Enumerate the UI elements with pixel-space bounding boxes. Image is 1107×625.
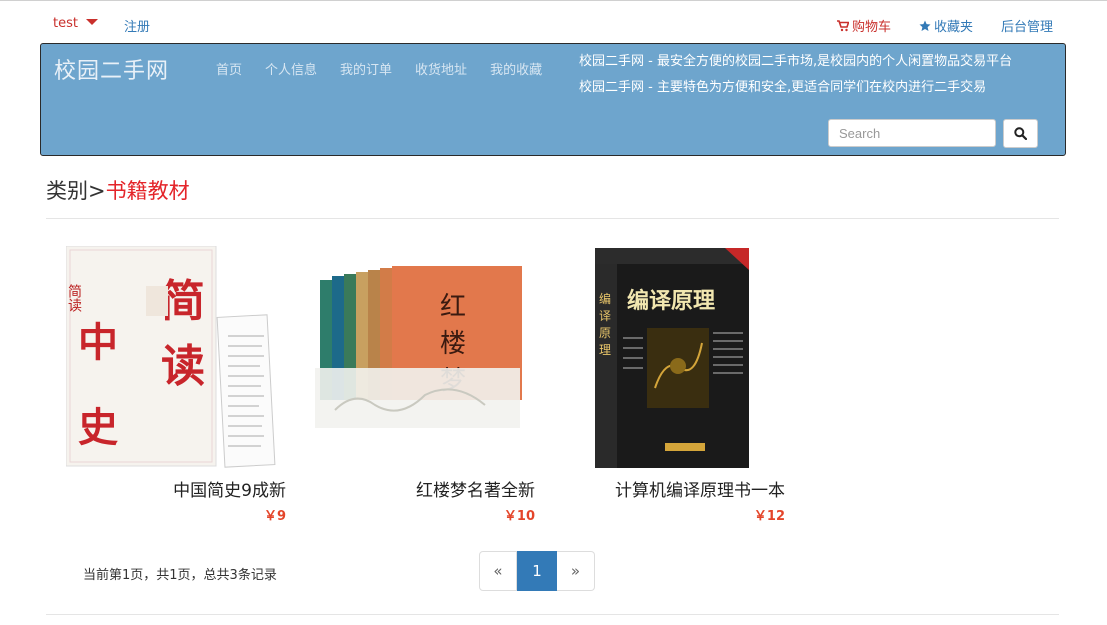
slogan-line-2: 校园二手网 - 主要特色为方便和安全,更适合同学们在校内进行二手交易	[579, 80, 987, 95]
product-name[interactable]: 红楼梦名著全新	[416, 476, 535, 501]
page-next-button[interactable]: »	[557, 551, 595, 591]
product-name[interactable]: 计算机编译原理书一本	[615, 476, 785, 501]
admin-link[interactable]: 后台管理	[1001, 16, 1053, 35]
search-icon	[1014, 127, 1027, 140]
nav-home[interactable]: 首页	[216, 59, 242, 78]
nav-address[interactable]: 收货地址	[415, 59, 467, 78]
page-prev-button[interactable]: «	[479, 551, 517, 591]
top-right-links: 购物车 收藏夹 后台管理	[836, 16, 1053, 35]
product-image: 编译原理 编 译 原 理	[595, 248, 749, 468]
caret-down-icon	[85, 19, 98, 25]
favorites-label: 收藏夹	[933, 20, 973, 35]
site-header: 校园二手网 首页 个人信息 我的订单 收货地址 我的收藏 校园二手网 - 最安全…	[40, 43, 1066, 156]
svg-text:原: 原	[599, 326, 611, 340]
user-name: test	[53, 16, 78, 31]
product-card[interactable]: 红 楼 梦 红楼梦名著全新 ￥10	[295, 240, 535, 530]
product-price: ￥9	[263, 509, 286, 524]
slogan-line-1: 校园二手网 - 最安全方便的校园二手市场,是校园内的个人闲置物品交易平台	[579, 54, 1013, 69]
product-image: 简读 中 史 简 读	[66, 246, 276, 468]
divider	[46, 614, 1059, 615]
search-button[interactable]	[1003, 119, 1038, 148]
svg-text:读: 读	[161, 341, 205, 392]
product-price: ￥12	[753, 509, 785, 524]
nav-favorites[interactable]: 我的收藏	[490, 59, 542, 78]
cart-label: 购物车	[851, 20, 891, 35]
favorites-link[interactable]: 收藏夹	[919, 16, 973, 35]
product-name[interactable]: 中国简史9成新	[173, 476, 286, 501]
top-bar: test 注册 购物车 收藏夹 后台管理	[0, 0, 1107, 44]
svg-text:中: 中	[78, 319, 118, 366]
search-input[interactable]	[828, 119, 996, 147]
register-link[interactable]: 注册	[124, 16, 150, 35]
category-current[interactable]: 书籍教材	[106, 179, 190, 203]
site-brand[interactable]: 校园二手网	[54, 53, 169, 85]
product-card[interactable]: 编译原理 编 译 原 理 计算机编译原理书一本 ￥12	[545, 240, 785, 530]
pagination: « 1 »	[479, 551, 595, 591]
svg-text:理: 理	[599, 343, 611, 357]
svg-text:楼: 楼	[440, 329, 466, 359]
user-dropdown[interactable]: test	[53, 16, 98, 31]
product-image: 红 楼 梦	[315, 266, 522, 428]
category-breadcrumb: 类别>书籍教材	[46, 175, 190, 205]
main-nav: 首页 个人信息 我的订单 收货地址 我的收藏	[216, 59, 542, 78]
divider	[46, 218, 1059, 219]
cart-link[interactable]: 购物车	[836, 16, 891, 35]
nav-profile[interactable]: 个人信息	[265, 59, 317, 78]
nav-orders[interactable]: 我的订单	[340, 59, 392, 78]
product-card[interactable]: 简读 中 史 简 读 中国简史9成新 ￥9	[46, 240, 286, 530]
product-price: ￥10	[503, 509, 535, 524]
shopping-cart-icon	[836, 19, 849, 31]
page-number-button[interactable]: 1	[517, 551, 557, 591]
svg-text:译: 译	[599, 309, 611, 323]
star-icon	[919, 20, 931, 31]
pagination-info: 当前第1页，共1页，总共3条记录	[83, 568, 277, 583]
category-prefix: 类别>	[46, 179, 106, 203]
svg-text:编: 编	[599, 291, 611, 306]
svg-text:编译原理: 编译原理	[627, 288, 715, 314]
svg-text:史: 史	[78, 404, 118, 451]
svg-text:红: 红	[440, 292, 466, 322]
svg-text:简读: 简读	[66, 283, 82, 312]
